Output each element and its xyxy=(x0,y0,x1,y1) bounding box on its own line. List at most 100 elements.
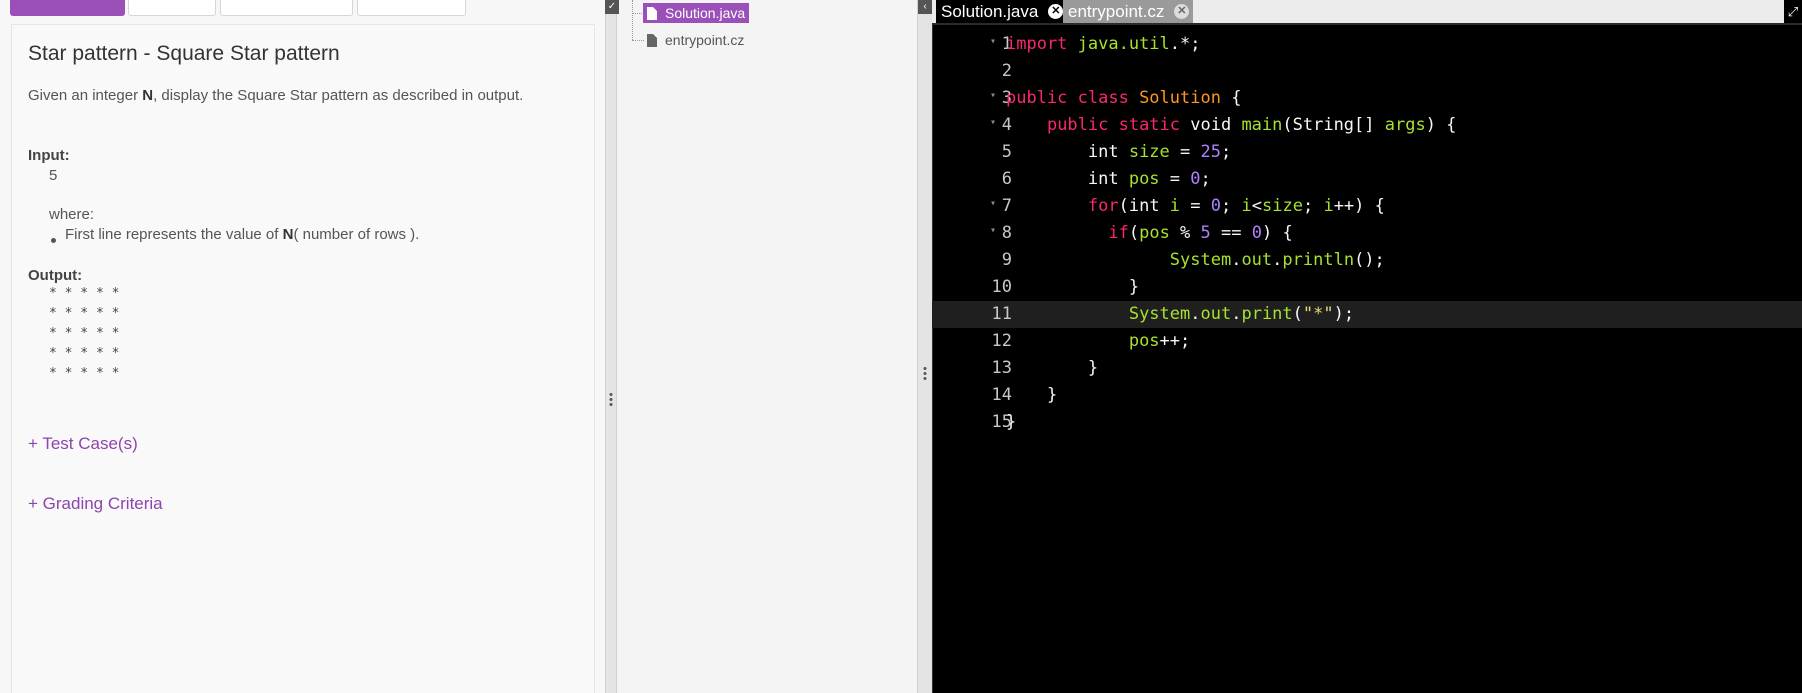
code-token: . xyxy=(1272,250,1283,270)
code-text: public class Solution { xyxy=(1006,88,1241,108)
file-name: entrypoint.cz xyxy=(665,32,745,48)
output-row: * * * * * xyxy=(49,366,120,381)
collapse-left-icon[interactable]: ‹ xyxy=(918,0,932,14)
code-token: out xyxy=(1200,304,1232,324)
fold-arrow-icon[interactable]: ▾ xyxy=(990,117,996,128)
file-icon xyxy=(647,33,657,47)
code-token: pos xyxy=(1128,331,1160,351)
code-token: } xyxy=(1006,277,1140,297)
code-line[interactable]: 1 ▾ import java.util.*; xyxy=(932,31,1802,58)
output-row: * * * * * xyxy=(49,346,120,361)
code-token: import xyxy=(1006,34,1078,54)
code-token: out xyxy=(1241,250,1273,270)
code-text: System.out.println(); xyxy=(1006,250,1385,270)
code-line[interactable]: 7 ▾ for(int i = 0; i<size; i++) { xyxy=(932,193,1802,220)
file-solution-java[interactable]: Solution.java xyxy=(643,3,750,23)
code-line[interactable]: 5 int size = 25; xyxy=(932,139,1802,166)
code-line[interactable]: 9 System.out.println(); xyxy=(932,247,1802,274)
code-line[interactable]: 13 } xyxy=(932,355,1802,382)
file-name: Solution.java xyxy=(665,5,746,21)
code-line[interactable]: 4 ▾ public static void main(String[] args… xyxy=(932,112,1802,139)
code-token: size xyxy=(1128,142,1170,162)
tab-3[interactable] xyxy=(220,0,353,16)
bullet-n: N xyxy=(282,226,294,243)
collapse-tree-icon[interactable]: ✓ xyxy=(605,0,619,14)
code-token: public static xyxy=(1046,115,1191,135)
panel-splitter-right[interactable]: ‹ xyxy=(917,0,932,693)
code-token: println xyxy=(1282,250,1355,270)
grading-criteria-link[interactable]: + Grading Criteria xyxy=(28,494,163,514)
output-row: * * * * * xyxy=(49,306,120,321)
expand-icon[interactable]: ⤢ xyxy=(1784,0,1802,23)
problem-description: Given an integer N, display the Square S… xyxy=(28,86,548,106)
code-line[interactable]: 6 int pos = 0; xyxy=(932,166,1802,193)
code-token: = xyxy=(1180,196,1211,216)
code-line[interactable]: 8 ▾ if(pos % 5 == 0) { xyxy=(932,220,1802,247)
code-token: ); xyxy=(1333,304,1355,324)
code-token: java.util xyxy=(1077,34,1170,54)
code-text: } xyxy=(1006,277,1139,297)
output-label: Output: xyxy=(28,267,83,284)
drag-handle-icon[interactable] xyxy=(923,367,927,382)
code-token: } xyxy=(1006,385,1058,405)
test-cases-link[interactable]: + Test Case(s) xyxy=(28,434,138,454)
tab-entrypoint-cz[interactable]: entrypoint.cz ✕ xyxy=(1063,0,1194,23)
code-token: (int xyxy=(1118,196,1170,216)
output-row: * * * * * xyxy=(49,286,120,301)
code-token: .*; xyxy=(1169,34,1201,54)
code-token: (String[] xyxy=(1282,115,1385,135)
fold-arrow-icon[interactable]: ▾ xyxy=(990,198,996,209)
fold-arrow-icon[interactable]: ▾ xyxy=(990,225,996,236)
code-line[interactable]: 14 } xyxy=(932,382,1802,409)
close-icon[interactable]: ✕ xyxy=(1048,4,1064,19)
code-token: int xyxy=(1006,169,1129,189)
code-token: "*" xyxy=(1302,304,1334,324)
code-token: 25 xyxy=(1200,142,1221,162)
code-token: = xyxy=(1159,169,1191,189)
code-line[interactable]: 10 } xyxy=(932,274,1802,301)
code-token: . xyxy=(1190,304,1201,324)
close-icon[interactable]: ✕ xyxy=(1174,4,1190,19)
file-tree xyxy=(617,0,917,693)
panel-splitter-left[interactable] xyxy=(605,0,617,693)
fold-arrow-icon[interactable]: ▾ xyxy=(990,90,996,101)
tab-4[interactable] xyxy=(357,0,466,16)
code-line[interactable]: 15} xyxy=(932,409,1802,436)
tab-problem[interactable] xyxy=(10,0,125,16)
code-line[interactable]: 11 System.out.print("*"); xyxy=(932,301,1802,328)
code-token: size xyxy=(1262,196,1303,216)
code-token: Solution xyxy=(1139,88,1221,108)
code-text: import java.util.*; xyxy=(1006,34,1201,54)
code-token: } xyxy=(1006,412,1017,432)
code-line[interactable]: 12 pos++; xyxy=(932,328,1802,355)
code-line[interactable]: 3 ▾ public class Solution { xyxy=(932,85,1802,112)
tab-2[interactable] xyxy=(128,0,216,16)
code-line[interactable]: 2 xyxy=(932,58,1802,85)
code-token: int xyxy=(1006,142,1129,162)
drag-handle-icon[interactable] xyxy=(609,393,613,408)
description-text-2: , display the Square Star pattern as des… xyxy=(153,87,524,104)
code-text: } xyxy=(1006,385,1057,405)
tab-label: entrypoint.cz xyxy=(1068,1,1165,21)
file-entrypoint-cz[interactable]: entrypoint.cz xyxy=(643,30,748,50)
code-token: ( xyxy=(1128,223,1140,243)
code-token: ; xyxy=(1200,169,1211,189)
code-text: int size = 25; xyxy=(1006,142,1231,162)
code-token: ) { xyxy=(1261,223,1293,243)
code-text: public static void main(String[] args) { xyxy=(1006,115,1456,135)
code-token: for xyxy=(1087,196,1119,216)
code-text: int pos = 0; xyxy=(1006,169,1211,189)
fold-arrow-icon[interactable]: ▾ xyxy=(990,36,996,47)
code-token: . xyxy=(1231,250,1242,270)
code-text: if(pos % 5 == 0) { xyxy=(1006,223,1293,243)
code-token: pos xyxy=(1139,223,1170,243)
bullet-text: First line represents the value of N( nu… xyxy=(65,226,419,243)
code-token: == xyxy=(1210,223,1252,243)
tree-guide xyxy=(632,0,633,40)
problem-panel: Star pattern - Square Star pattern Given… xyxy=(0,0,605,693)
tab-solution-java[interactable]: Solution.java ✕ xyxy=(936,0,1068,23)
problem-title: Star pattern - Square Star pattern xyxy=(28,42,340,65)
